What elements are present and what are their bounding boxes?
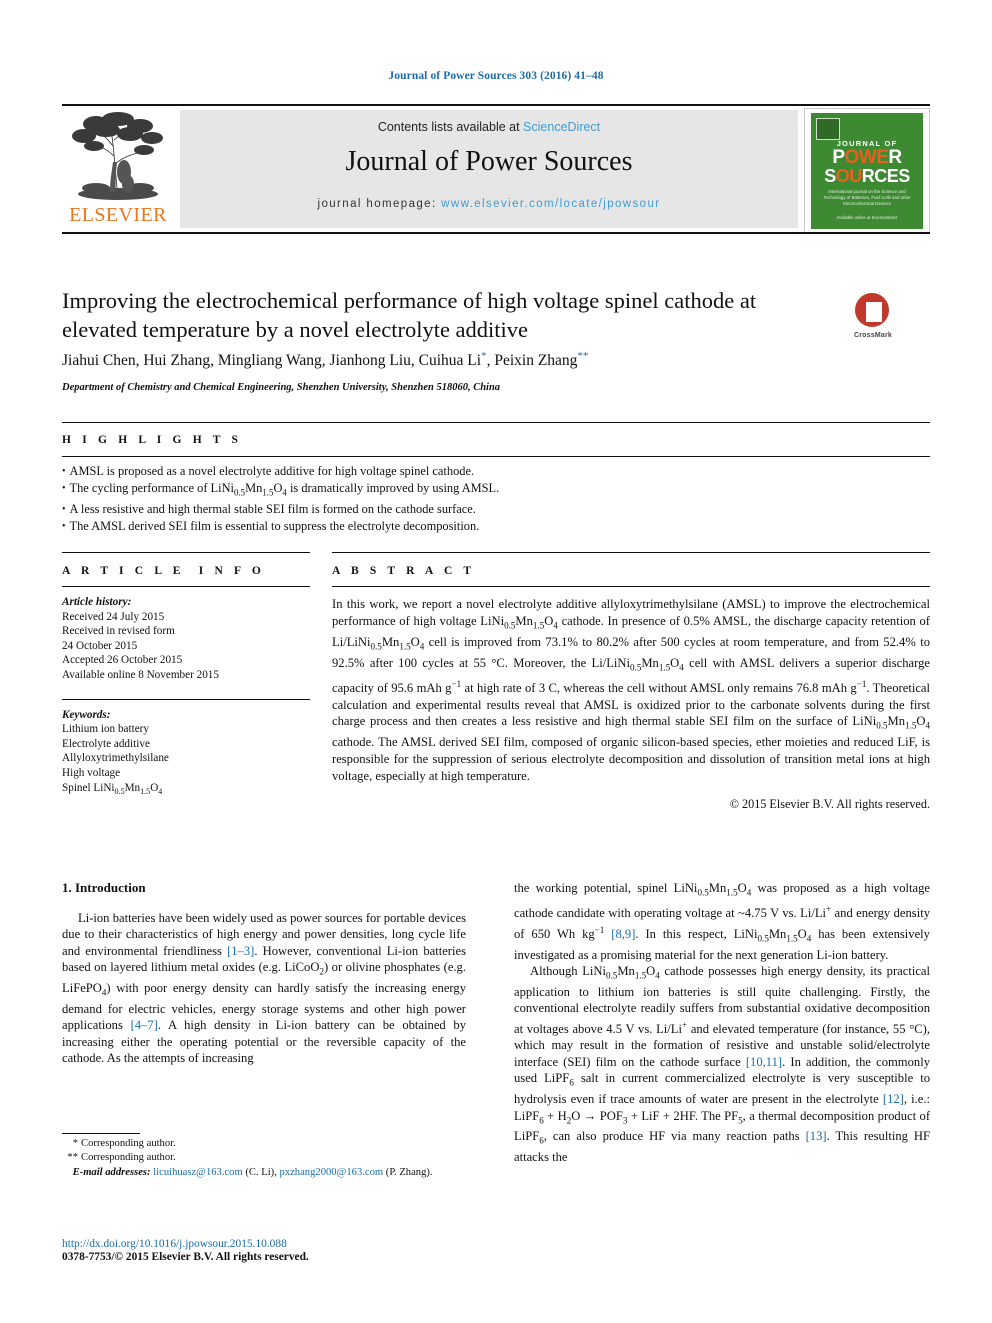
homepage-label: journal homepage: xyxy=(317,198,442,210)
footnote-emails: E-mail addresses: licuihuasz@163.com (C.… xyxy=(72,1167,433,1178)
doi-section: http://dx.doi.org/10.1016/j.jpowsour.201… xyxy=(62,1238,482,1263)
abstract-text: In this work, we report a novel electrol… xyxy=(332,597,931,783)
article-info-section: A R T I C L E I N F O Article history: R… xyxy=(62,552,310,799)
copyright-line: © 2015 Elsevier B.V. All rights reserved… xyxy=(729,797,930,812)
email-addresses-label: E-mail addresses: xyxy=(72,1167,151,1178)
journal-title: Journal of Power Sources xyxy=(345,146,633,177)
keywords-block: Keywords: Lithium ion battery Electrolyt… xyxy=(62,708,310,800)
footnotes-section: * Corresponding author. ** Corresponding a… xyxy=(62,1133,466,1180)
article-info-label: A R T I C L E I N F O xyxy=(62,565,266,577)
homepage-line: journal homepage: www.elsevier.com/locat… xyxy=(180,198,798,210)
keyword-item: Electrolyte additive xyxy=(62,737,150,750)
footnote-corresponding-2: ** Corresponding author. xyxy=(62,1151,466,1165)
citation-ref[interactable]: [10,11] xyxy=(746,1055,782,1069)
highlights-label: H I G H L I G H T S xyxy=(62,434,243,446)
keyword-item: Lithium ion battery xyxy=(62,723,149,736)
abstract-section: A B S T R A C T In this work, we report … xyxy=(332,552,930,812)
cover-sources-word: SOURCES xyxy=(824,166,910,186)
elsevier-wordmark: ELSEVIER xyxy=(69,204,167,226)
keyword-item: High voltage xyxy=(62,766,121,779)
highlights-section: H I G H L I G H T S AMSL is proposed as … xyxy=(62,422,930,535)
title-rule xyxy=(62,232,930,234)
footnote-mark: ** xyxy=(67,1152,78,1163)
email-link-2[interactable]: pxzhang2000@163.com xyxy=(280,1167,384,1178)
page-title: Improving the electrochemical performanc… xyxy=(62,288,757,342)
elsevier-tree-icon xyxy=(72,112,163,200)
paper-page: Journal of Power Sources 303 (2016) 41–4… xyxy=(0,0,992,1323)
cover-art: JOURNAL OF POWER SOURCES International j… xyxy=(811,113,923,229)
article-history: Article history: Received 24 July 2015 R… xyxy=(62,595,310,683)
footnote-corresponding-1: * Corresponding author. xyxy=(62,1137,466,1151)
footnote-rule xyxy=(62,1133,140,1134)
history-received: Received 24 July 2015 xyxy=(62,610,165,623)
footnote-mark: * xyxy=(72,1138,78,1149)
email-owner-1: (C. Li) xyxy=(245,1167,275,1178)
journal-cover-thumbnail[interactable]: JOURNAL OF POWER SOURCES International j… xyxy=(804,108,930,234)
journal-banner: Contents lists available at ScienceDirec… xyxy=(180,110,798,228)
footnote-text: Corresponding author. xyxy=(81,1152,176,1163)
history-revised-date: 24 October 2015 xyxy=(62,639,138,652)
highlight-item: AMSL is proposed as a novel electrolyte … xyxy=(62,463,930,480)
cover-blurb: International journal on the Science and… xyxy=(823,189,911,206)
footnote-text: Corresponding author. xyxy=(81,1138,176,1149)
abstract-mid-rule xyxy=(332,586,930,587)
highlight-item: The AMSL derived SEI film is essential t… xyxy=(62,518,930,535)
contents-line: Contents lists available at ScienceDirec… xyxy=(180,120,798,134)
affiliation: Department of Chemistry and Chemical Eng… xyxy=(62,382,501,393)
crossmark-label: CrossMark xyxy=(854,332,892,339)
history-revised-form: Received in revised form xyxy=(62,625,175,638)
citation-ref[interactable]: [12] xyxy=(883,1092,904,1106)
history-accepted: Accepted 26 October 2015 xyxy=(62,654,183,667)
sciencedirect-link[interactable]: ScienceDirect xyxy=(523,120,600,134)
section-heading-introduction: 1. Introduction xyxy=(62,880,146,895)
body-paragraph: Li-ion batteries have been widely used a… xyxy=(62,911,466,1066)
highlight-item: A less resistive and high thermal stable… xyxy=(62,501,930,518)
history-available: Available online 8 November 2015 xyxy=(62,668,219,681)
body-column-right: the working potential, spinel LiNi0.5Mn1… xyxy=(514,880,930,1166)
citation-ref[interactable]: [8,9] xyxy=(611,927,635,941)
article-history-label: Article history: xyxy=(62,596,132,608)
citation-ref[interactable]: [13] xyxy=(806,1129,827,1143)
doi-link[interactable]: http://dx.doi.org/10.1016/j.jpowsour.201… xyxy=(62,1238,482,1250)
keyword-item-spinel: Spinel LiNi0.5Mn1.5O4 xyxy=(62,781,163,796)
highlights-list: AMSL is proposed as a novel electrolyte … xyxy=(62,463,930,535)
cover-footer: Available online at ScienceDirect xyxy=(836,215,898,220)
author-list: Jiahui Chen, Hui Zhang, Mingliang Wang, … xyxy=(62,350,589,370)
journal-masthead: ELSEVIER Contents lists available at Sci… xyxy=(62,104,930,234)
body-paragraph: the working potential, spinel LiNi0.5Mn1… xyxy=(514,881,930,962)
citation-ref[interactable]: [4–7] xyxy=(131,1018,158,1032)
elsevier-logo: ELSEVIER xyxy=(62,110,174,228)
crossmark-badge[interactable]: CrossMark xyxy=(852,288,930,340)
issn-copyright-line: 0378-7753/© 2015 Elsevier B.V. All right… xyxy=(62,1251,309,1263)
highlights-bottom-rule xyxy=(62,456,930,457)
body-column-left: 1. Introduction Li-ion batteries have be… xyxy=(62,880,466,1067)
running-head: Journal of Power Sources 303 (2016) 41–4… xyxy=(388,70,604,82)
crossmark-icon xyxy=(852,290,892,330)
abstract-top-rule xyxy=(332,552,930,553)
highlight-item: The cycling performance of LiNi0.5Mn1.5O… xyxy=(62,480,930,501)
article-info-top-rule xyxy=(62,552,310,553)
keyword-item: Allyloxytrimethylsilane xyxy=(62,752,169,765)
keywords-label: Keywords: xyxy=(62,708,111,721)
email-link-1[interactable]: licuihuasz@163.com xyxy=(153,1167,242,1178)
contents-prefix: Contents lists available at xyxy=(377,120,524,134)
email-owner-2: (P. Zhang). xyxy=(385,1167,433,1178)
highlights-top-rule xyxy=(62,422,930,423)
homepage-url[interactable]: www.elsevier.com/locate/jpowsour xyxy=(441,198,660,210)
abstract-label: A B S T R A C T xyxy=(332,565,476,577)
body-paragraph: Although LiNi0.5Mn1.5O4 cathode possesse… xyxy=(514,964,931,1165)
article-info-mid-rule xyxy=(62,586,310,587)
citation-ref[interactable]: [1–3] xyxy=(227,944,254,958)
cover-elsevier-mark xyxy=(816,118,840,140)
keywords-rule xyxy=(62,698,310,700)
